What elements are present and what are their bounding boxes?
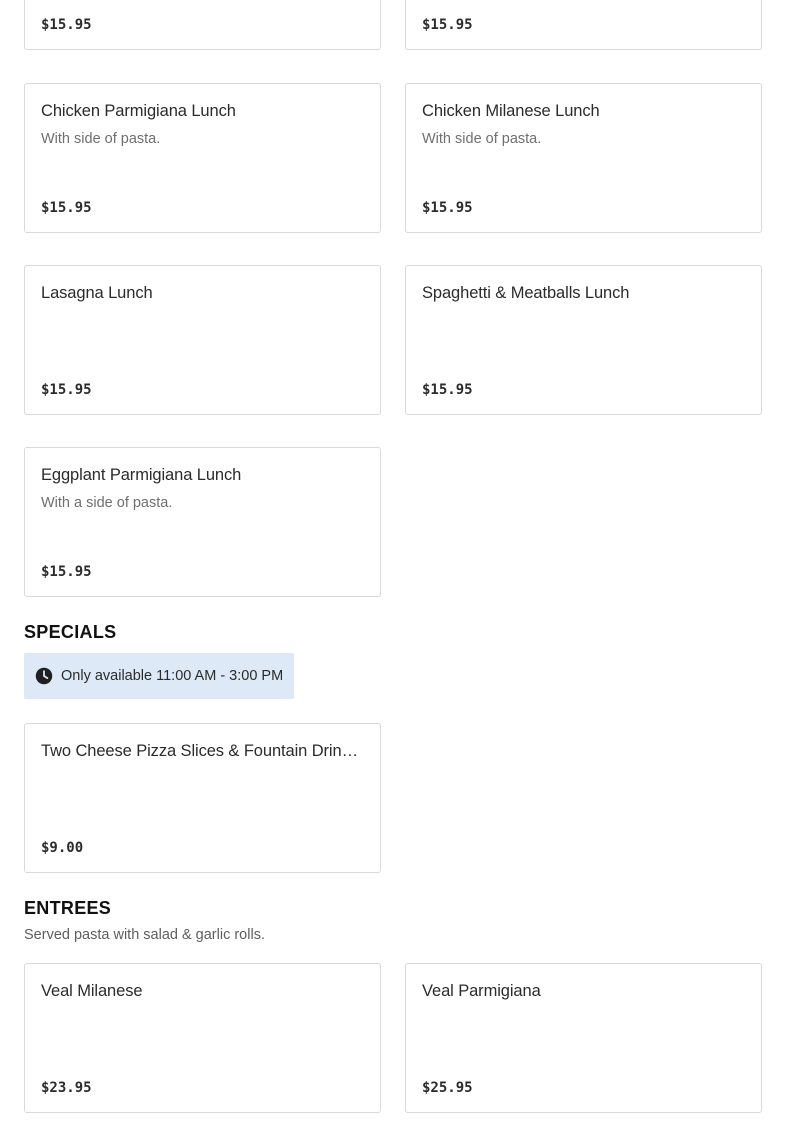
- menu-item-name: Chicken Parmigiana Lunch: [41, 102, 236, 120]
- menu-item-card[interactable]: Veal Milanese $23.95: [24, 963, 381, 1113]
- menu-item-price: $15.95: [41, 17, 92, 33]
- menu-item-name: Veal Parmigiana: [422, 982, 541, 1000]
- menu-item-card[interactable]: Chicken Milanese Lunch With side of past…: [405, 83, 762, 233]
- menu-item-name: Lasagna Lunch: [41, 284, 153, 302]
- menu-item-card[interactable]: Veal Parmigiana $25.95: [405, 963, 762, 1113]
- menu-item-price: $15.95: [422, 382, 473, 398]
- section-title-entrees: ENTREES: [24, 898, 112, 918]
- menu-item-description: With side of pasta.: [422, 131, 542, 147]
- menu-item-price: $9.00: [41, 840, 84, 856]
- menu-item-card[interactable]: Chicken Parmigiana Lunch With side of pa…: [24, 83, 381, 233]
- menu-item-name: Two Cheese Pizza Slices & Fountain Drink…: [41, 742, 363, 760]
- menu-item-card[interactable]: Eggplant Parmigiana Lunch With a side of…: [24, 447, 381, 597]
- section-title-specials: SPECIALS: [24, 622, 117, 642]
- menu-item-card[interactable]: Two Cheese Pizza Slices & Fountain Drink…: [24, 723, 381, 873]
- menu-item-price: $15.95: [41, 564, 92, 580]
- menu-item-name: Spaghetti & Meatballs Lunch: [422, 284, 630, 302]
- availability-banner: Only available 11:00 AM - 3:00 PM: [24, 653, 294, 699]
- menu-item-price: $15.95: [41, 382, 92, 398]
- menu-item-price: $15.95: [422, 200, 473, 216]
- menu-item-card[interactable]: Spaghetti & Meatballs Lunch $15.95: [405, 265, 762, 415]
- menu-item-card[interactable]: Lasagna Lunch $15.95: [24, 265, 381, 415]
- menu-item-description: With side of pasta.: [41, 131, 161, 147]
- menu-item-name: Eggplant Parmigiana Lunch: [41, 466, 242, 484]
- availability-text: Only available 11:00 AM - 3:00 PM: [61, 668, 284, 684]
- menu-item-card[interactable]: $15.95: [24, 0, 381, 50]
- menu-item-price: $25.95: [422, 1080, 473, 1096]
- menu-item-price: $23.95: [41, 1080, 92, 1096]
- menu-item-price: $15.95: [41, 200, 92, 216]
- menu-item-description: With a side of pasta.: [41, 495, 173, 511]
- menu-item-name: Chicken Milanese Lunch: [422, 102, 600, 120]
- menu-page: $15.95 $15.95 Chicken Parmigiana Lunch W…: [0, 0, 785, 1122]
- menu-item-price: $15.95: [422, 17, 473, 33]
- clock-icon: [35, 667, 53, 685]
- section-subtitle-entrees: Served pasta with salad & garlic rolls.: [24, 927, 265, 943]
- menu-item-card[interactable]: $15.95: [405, 0, 762, 50]
- menu-item-name: Veal Milanese: [41, 982, 143, 1000]
